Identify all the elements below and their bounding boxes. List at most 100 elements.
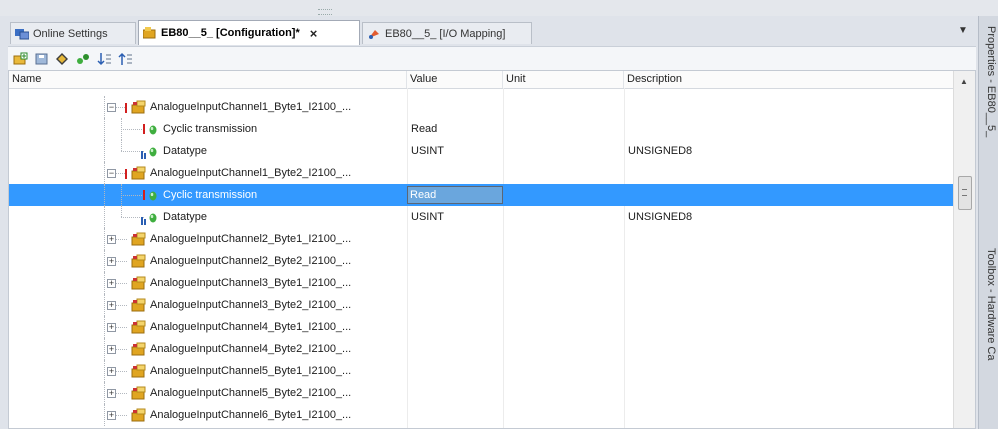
value-edit-text: Read — [410, 189, 437, 201]
table-row[interactable]: Datatype USINT UNSIGNED8 — [9, 140, 953, 162]
parameter-icon — [149, 125, 157, 135]
tree-expander[interactable]: + — [107, 367, 116, 376]
tree-expander[interactable]: + — [107, 301, 116, 310]
tree-expander[interactable]: + — [107, 323, 116, 332]
document-tab-strip: Online Settings EB80__5_ [Configuration]… — [0, 16, 978, 46]
splitter-grip[interactable] — [318, 9, 332, 15]
channel-name: AnalogueInputChannel4_Byte1_I2100_... — [150, 321, 352, 333]
tree-line — [104, 184, 105, 206]
datatype-badge-icon — [141, 217, 146, 225]
table-row[interactable]: Cyclic transmission Read — [9, 118, 953, 140]
datatype-badge-icon — [141, 151, 146, 159]
tree-line — [104, 360, 105, 382]
configuration-icon — [142, 27, 157, 39]
value-cell[interactable]: Read — [411, 118, 437, 140]
tab-list-dropdown-icon[interactable]: ▼ — [958, 25, 968, 36]
table-row[interactable]: + AnalogueInputChannel2_Byte1_I2100_... — [9, 228, 953, 250]
channel-name: AnalogueInputChannel6_Byte1_I2100_... — [150, 409, 352, 421]
parameter-icon — [149, 213, 157, 223]
module-icon — [131, 254, 146, 268]
parameter-icon — [149, 191, 157, 201]
diamond-icon[interactable] — [54, 51, 71, 67]
tree-line — [104, 338, 105, 360]
tree-expander[interactable]: + — [107, 411, 116, 420]
editor-toolbar — [8, 46, 976, 70]
save-icon[interactable] — [33, 51, 50, 67]
table-row[interactable]: + AnalogueInputChannel3_Byte1_I2100_... — [9, 272, 953, 294]
channel-name: AnalogueInputChannel1_Byte1_I2100_... — [150, 101, 352, 113]
value-edit-box[interactable]: Read — [407, 186, 503, 204]
tree-line — [121, 140, 122, 151]
table-row[interactable]: − AnalogueInputChannel1_Byte2_I2100_... — [9, 162, 953, 184]
side-tab-properties[interactable]: Properties - EB80__5_ — [981, 26, 997, 216]
column-header-name[interactable]: Name — [9, 71, 407, 88]
tab-configuration[interactable]: EB80__5_ [Configuration]* × — [138, 20, 360, 45]
flag-icon — [143, 190, 145, 200]
tree-expander[interactable]: + — [107, 279, 116, 288]
parameter-name: Cyclic transmission — [163, 123, 258, 135]
table-row[interactable]: + AnalogueInputChannel6_Byte1_I2100_... — [9, 404, 953, 426]
parameter-name: Cyclic transmission — [163, 189, 258, 201]
value-cell[interactable]: USINT — [411, 206, 444, 228]
tab-online-settings[interactable]: Online Settings — [10, 22, 136, 44]
tree-line — [116, 349, 127, 350]
sort-up-icon[interactable] — [117, 51, 134, 67]
grid-header: Name Value Unit Description — [9, 71, 953, 89]
window-top-strip — [0, 0, 998, 16]
value-cell[interactable]: USINT — [411, 140, 444, 162]
tree-expander[interactable]: + — [107, 345, 116, 354]
module-icon — [131, 320, 146, 334]
column-header-value[interactable]: Value — [407, 71, 503, 88]
close-icon[interactable]: × — [310, 26, 318, 41]
table-row[interactable]: + AnalogueInputChannel4_Byte1_I2100_... — [9, 316, 953, 338]
tree-expander[interactable]: − — [107, 169, 116, 178]
tab-label: Online Settings — [33, 27, 108, 40]
tree-line — [104, 206, 105, 228]
tree-line — [116, 283, 127, 284]
module-icon — [131, 386, 146, 400]
table-row[interactable]: + AnalogueInputChannel2_Byte2_I2100_... — [9, 250, 953, 272]
scroll-up-icon[interactable]: ▲ — [960, 77, 968, 86]
flag-icon — [125, 169, 127, 179]
channel-name: AnalogueInputChannel1_Byte2_I2100_... — [150, 167, 352, 179]
tree-line — [116, 305, 127, 306]
table-row[interactable]: − AnalogueInputChannel1_Byte1_I2100_... — [9, 96, 953, 118]
tree-expander[interactable]: − — [107, 103, 116, 112]
parameter-icon — [149, 147, 157, 157]
column-header-description[interactable]: Description — [624, 71, 953, 88]
tree-line — [104, 140, 105, 162]
table-row[interactable]: + AnalogueInputChannel5_Byte1_I2100_... — [9, 360, 953, 382]
description-cell: UNSIGNED8 — [628, 145, 693, 157]
side-tab-label: Toolbox - Hardware Ca — [985, 248, 997, 361]
tree-line — [116, 415, 127, 416]
tree-line — [116, 393, 127, 394]
table-row[interactable]: + AnalogueInputChannel3_Byte2_I2100_... — [9, 294, 953, 316]
scrollbar-thumb[interactable] — [958, 176, 972, 210]
table-row[interactable]: Datatype USINT UNSIGNED8 — [9, 206, 953, 228]
table-row[interactable]: + AnalogueInputChannel4_Byte2_I2100_... — [9, 338, 953, 360]
channel-name: AnalogueInputChannel5_Byte1_I2100_... — [150, 365, 352, 377]
table-row[interactable]: Cyclic transmission Read — [9, 184, 953, 206]
tree-expander[interactable]: + — [107, 235, 116, 244]
tree-line — [104, 404, 105, 426]
vertical-scrollbar[interactable]: ▲ — [953, 71, 975, 428]
tree-line — [104, 96, 105, 118]
tree-expander[interactable]: + — [107, 389, 116, 398]
add-item-icon[interactable] — [12, 51, 29, 67]
tab-io-mapping[interactable]: EB80__5_ [I/O Mapping] — [362, 22, 532, 44]
description-cell: UNSIGNED8 — [628, 211, 693, 223]
module-icon — [131, 276, 146, 290]
side-dock: Properties - EB80__5_ Toolbox - Hardware… — [978, 16, 998, 429]
table-row[interactable]: + AnalogueInputChannel5_Byte2_I2100_... — [9, 382, 953, 404]
column-header-unit[interactable]: Unit — [503, 71, 624, 88]
tree-line — [104, 316, 105, 338]
parameter-name: Datatype — [163, 145, 208, 157]
tree-line — [116, 239, 127, 240]
tab-label: EB80__5_ [Configuration]* — [161, 27, 300, 39]
sort-down-icon[interactable] — [96, 51, 113, 67]
side-tab-toolbox[interactable]: Toolbox - Hardware Ca — [981, 248, 997, 429]
tree-expander[interactable]: + — [107, 257, 116, 266]
link-icon[interactable] — [75, 51, 92, 67]
side-tab-label: Properties - EB80__5_ — [985, 26, 997, 138]
flag-icon — [125, 103, 127, 113]
